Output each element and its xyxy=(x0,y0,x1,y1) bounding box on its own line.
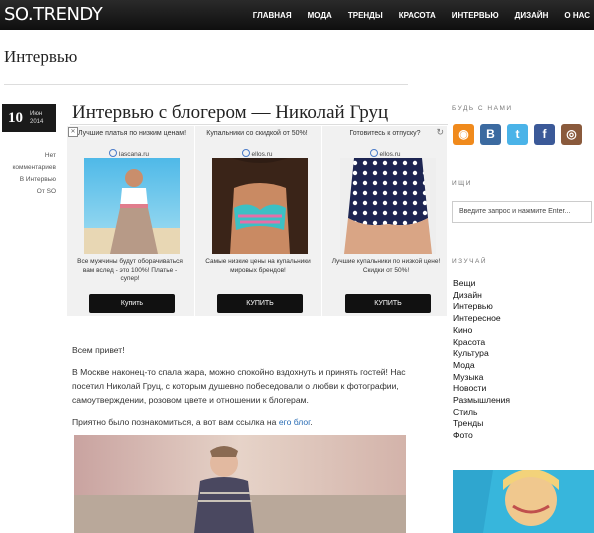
category-link[interactable]: Красота xyxy=(453,337,510,349)
post-comments-count[interactable]: Нет xyxy=(0,150,56,162)
ad-headline[interactable]: Лучшие платья по низким ценам! xyxy=(77,129,187,138)
categories-heading: ИЗУЧАЙ xyxy=(452,258,487,265)
ad-block: ✕ ↻ Лучшие платья по низким ценам! lasca… xyxy=(67,126,447,316)
category-link[interactable]: Размышления xyxy=(453,395,510,407)
ad-headline[interactable]: Готовитесь к отпуску? xyxy=(327,129,443,138)
globe-icon xyxy=(369,149,378,157)
ad-buy-button[interactable]: КУПИТЬ xyxy=(217,294,303,313)
rss-icon[interactable]: ◉ xyxy=(453,124,474,145)
blog-link[interactable]: его блог xyxy=(279,417,310,427)
ad-image[interactable] xyxy=(84,158,180,254)
category-link[interactable]: Вещи xyxy=(453,278,510,290)
category-link[interactable]: Культура xyxy=(453,348,510,360)
social-heading: БУДЬ С НАМИ xyxy=(452,105,513,112)
nav-item-beauty[interactable]: КРАСОТА xyxy=(399,11,436,20)
ad-description[interactable]: Самые низкие цены на купальники мировых … xyxy=(203,258,313,275)
ad-description[interactable]: Все мужчины будут оборачиваться вам всле… xyxy=(75,258,185,284)
ad-card[interactable]: Готовитесь к отпуску? ellos.ru Лучшие ку… xyxy=(323,126,447,316)
ad-description[interactable]: Лучшие купальники по низкой цене! Скидки… xyxy=(331,258,441,275)
divider xyxy=(70,124,448,125)
top-navbar: SO.TRENDY ГЛАВНАЯ МОДА ТРЕНДЫ КРАСОТА ИН… xyxy=(0,0,594,30)
category-list: Вещи Дизайн Интервью Интересное Кино Красота К… xyxy=(453,278,510,442)
post-content: Всем привет! В Москве наконец-то спала ж… xyxy=(72,343,412,437)
instagram-icon[interactable]: ◎ xyxy=(561,124,582,145)
category-link[interactable]: Интервью xyxy=(453,301,510,313)
post-paragraph: Всем привет! xyxy=(72,345,125,355)
category-link[interactable]: Стиль xyxy=(453,407,510,419)
social-links: ◉ B t f ◎ xyxy=(453,124,588,145)
post-paragraph: Приятно было познакомиться, а вот вам сс… xyxy=(72,417,313,427)
sidebar-photo[interactable] xyxy=(453,470,594,533)
twitter-icon[interactable]: t xyxy=(507,124,528,145)
post-comments-label[interactable]: комментариев xyxy=(0,162,56,174)
nav-item-trends[interactable]: ТРЕНДЫ xyxy=(348,11,383,20)
post-category-link[interactable]: В Интервью xyxy=(0,174,56,186)
category-link[interactable]: Дизайн xyxy=(453,290,510,302)
ad-domain[interactable]: lascana.ru xyxy=(67,149,191,158)
post-date-month-year: Июн 2014 xyxy=(30,111,44,125)
ad-domain[interactable]: ellos.ru xyxy=(195,149,319,158)
main-nav: ГЛАВНАЯ МОДА ТРЕНДЫ КРАСОТА ИНТЕРВЬЮ ДИЗ… xyxy=(237,0,590,30)
category-link[interactable]: Кино xyxy=(453,325,510,337)
nav-item-interview[interactable]: ИНТЕРВЬЮ xyxy=(452,11,499,20)
post-meta: Нет комментариев В Интервью От SO xyxy=(0,150,56,198)
divider xyxy=(321,126,322,316)
nav-item-design[interactable]: ДИЗАЙН xyxy=(515,11,549,20)
ad-buy-button[interactable]: КУПИТЬ xyxy=(345,294,431,313)
divider xyxy=(4,84,408,85)
category-link[interactable]: Тренды xyxy=(453,418,510,430)
post-title[interactable]: Интервью с блогером — Николай Груц xyxy=(72,102,388,124)
ad-image[interactable] xyxy=(212,158,308,254)
nav-item-about[interactable]: О НАС xyxy=(564,11,590,20)
facebook-icon[interactable]: f xyxy=(534,124,555,145)
category-link[interactable]: Интересное xyxy=(453,313,510,325)
ad-buy-button[interactable]: Купить xyxy=(89,294,175,313)
nav-item-home[interactable]: ГЛАВНАЯ xyxy=(253,11,292,20)
post-date-badge: 10 Июн 2014 xyxy=(2,104,56,132)
category-link[interactable]: Фото xyxy=(453,430,510,442)
post-paragraph: В Москве наконец-то спала жара, можно сп… xyxy=(72,367,406,405)
page-title: Интервью xyxy=(4,47,78,66)
globe-icon xyxy=(241,149,250,157)
site-logo[interactable]: SO.TRENDY xyxy=(4,4,103,25)
category-link[interactable]: Музыка xyxy=(453,372,510,384)
ad-image[interactable] xyxy=(340,158,436,254)
ad-card[interactable]: Купальники со скидкой от 50%! ellos.ru С… xyxy=(195,126,319,316)
ad-headline[interactable]: Купальники со скидкой от 50%! xyxy=(199,129,315,138)
post-author-link[interactable]: От SO xyxy=(0,186,56,198)
search-input[interactable]: Введите запрос и нажмите Enter... xyxy=(452,201,592,223)
category-link[interactable]: Мода xyxy=(453,360,510,372)
search-heading: ИЩИ xyxy=(452,180,472,187)
post-photo[interactable] xyxy=(74,435,406,533)
search-placeholder: Введите запрос и нажмите Enter... xyxy=(459,208,571,215)
globe-icon xyxy=(109,149,117,157)
category-link[interactable]: Новости xyxy=(453,383,510,395)
nav-item-fashion[interactable]: МОДА xyxy=(308,11,332,20)
vk-icon[interactable]: B xyxy=(480,124,501,145)
post-date-day: 10 xyxy=(8,110,23,126)
ad-domain[interactable]: ellos.ru xyxy=(323,149,447,158)
ad-card[interactable]: Лучшие платья по низким ценам! lascana.r… xyxy=(67,126,191,316)
